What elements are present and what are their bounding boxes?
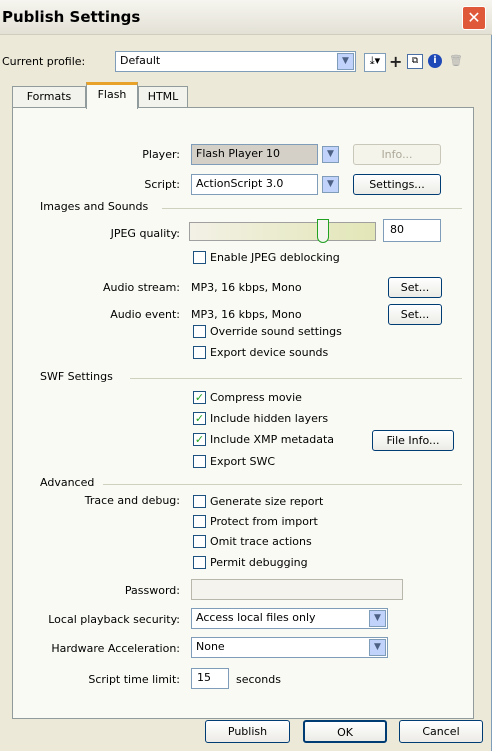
hw-accel-chevron-down-icon[interactable]: ▼ <box>369 639 386 656</box>
script-settings-button[interactable]: Settings... <box>353 174 441 195</box>
time-limit-unit: seconds <box>236 673 281 686</box>
xmp-metadata-checkbox[interactable]: ✓ <box>193 433 206 446</box>
password-label: Password: <box>124 584 180 597</box>
delete-profile-icon[interactable]: 🗑 <box>449 54 463 68</box>
close-icon: ✕ <box>467 8 481 27</box>
omit-trace-checkbox[interactable] <box>193 535 206 548</box>
script-label: Script: <box>144 178 180 191</box>
permit-debugging-label: Permit debugging <box>210 556 308 569</box>
tab-formats[interactable]: Formats <box>12 86 86 107</box>
export-device-sounds-checkbox[interactable] <box>193 346 206 359</box>
audio-stream-set-button[interactable]: Set... <box>388 277 442 298</box>
local-security-select[interactable]: Access local files only <box>191 608 388 629</box>
compress-movie-label: Compress movie <box>210 391 302 404</box>
player-label: Player: <box>142 148 180 161</box>
hidden-layers-checkbox[interactable]: ✓ <box>193 412 206 425</box>
jpeg-quality-slider-thumb[interactable] <box>317 219 329 243</box>
protect-import-checkbox[interactable] <box>193 515 206 528</box>
jpeg-quality-label: JPEG quality: <box>110 227 180 240</box>
player-select[interactable]: Flash Player 10 <box>191 144 318 165</box>
time-limit-input[interactable]: 15 <box>191 668 229 689</box>
script-chevron-down-icon[interactable]: ▼ <box>322 176 339 193</box>
export-device-sounds-label: Export device sounds <box>210 346 329 359</box>
tab-flash[interactable]: Flash <box>86 82 138 109</box>
size-report-label: Generate size report <box>210 495 324 508</box>
divider <box>162 208 462 209</box>
export-swc-checkbox[interactable] <box>193 455 206 468</box>
audio-stream-value: MP3, 16 kbps, Mono <box>191 281 302 294</box>
trace-debug-label: Trace and debug: <box>84 494 180 507</box>
player-info-button[interactable]: Info... <box>353 144 441 165</box>
hw-accel-select[interactable]: None <box>191 637 388 658</box>
audio-event-value: MP3, 16 kbps, Mono <box>191 308 302 321</box>
protect-import-label: Protect from import <box>210 515 318 528</box>
profile-select[interactable]: Default <box>115 51 356 72</box>
add-profile-icon[interactable]: + <box>389 52 402 71</box>
audio-stream-label: Audio stream: <box>102 281 180 294</box>
chevron-down-icon[interactable]: ▼ <box>337 53 354 70</box>
tab-html[interactable]: HTML <box>138 86 188 107</box>
size-report-checkbox[interactable] <box>193 495 206 508</box>
permit-debugging-checkbox[interactable] <box>193 556 206 569</box>
divider <box>103 484 462 485</box>
profile-value: Default <box>120 54 161 67</box>
import-export-icon[interactable]: ⤓▾ <box>364 53 386 72</box>
images-sounds-header: Images and Sounds <box>40 200 149 213</box>
duplicate-profile-icon[interactable]: ⧉ <box>407 54 423 69</box>
swf-settings-header: SWF Settings <box>40 370 113 383</box>
window-title: Publish Settings <box>2 8 141 26</box>
override-sound-checkbox[interactable] <box>193 325 206 338</box>
local-security-chevron-down-icon[interactable]: ▼ <box>369 610 386 627</box>
advanced-header: Advanced <box>40 476 95 489</box>
local-security-label: Local playback security: <box>48 613 180 626</box>
compress-movie-checkbox[interactable]: ✓ <box>193 391 206 404</box>
hidden-layers-label: Include hidden layers <box>210 412 329 425</box>
current-profile-label: Current profile: <box>2 55 86 68</box>
time-limit-label: Script time limit: <box>88 673 180 686</box>
publish-settings-dialog: Publish Settings ✕ Current profile: Defa… <box>0 0 492 751</box>
publish-button[interactable]: Publish <box>205 720 290 743</box>
omit-trace-label: Omit trace actions <box>210 535 312 548</box>
jpeg-quality-input[interactable]: 80 <box>383 219 441 242</box>
xmp-metadata-label: Include XMP metadata <box>210 433 335 446</box>
divider <box>130 378 462 379</box>
hw-accel-label: Hardware Acceleration: <box>51 642 180 655</box>
override-sound-label: Override sound settings <box>210 325 342 338</box>
audio-event-set-button[interactable]: Set... <box>388 304 442 325</box>
password-input[interactable] <box>191 579 403 600</box>
script-select[interactable]: ActionScript 3.0 <box>191 174 318 195</box>
deblocking-label: Enable JPEG deblocking <box>210 251 340 264</box>
jpeg-quality-slider-track[interactable] <box>189 222 376 241</box>
profile-info-icon[interactable]: i <box>428 54 442 68</box>
deblocking-checkbox[interactable] <box>193 251 206 264</box>
file-info-button[interactable]: File Info... <box>372 430 454 451</box>
player-chevron-down-icon[interactable]: ▼ <box>322 146 339 163</box>
close-button[interactable]: ✕ <box>462 6 486 30</box>
audio-event-label: Audio event: <box>110 308 180 321</box>
cancel-button[interactable]: Cancel <box>399 720 483 743</box>
ok-button[interactable]: OK <box>303 720 387 743</box>
export-swc-label: Export SWC <box>210 455 276 468</box>
